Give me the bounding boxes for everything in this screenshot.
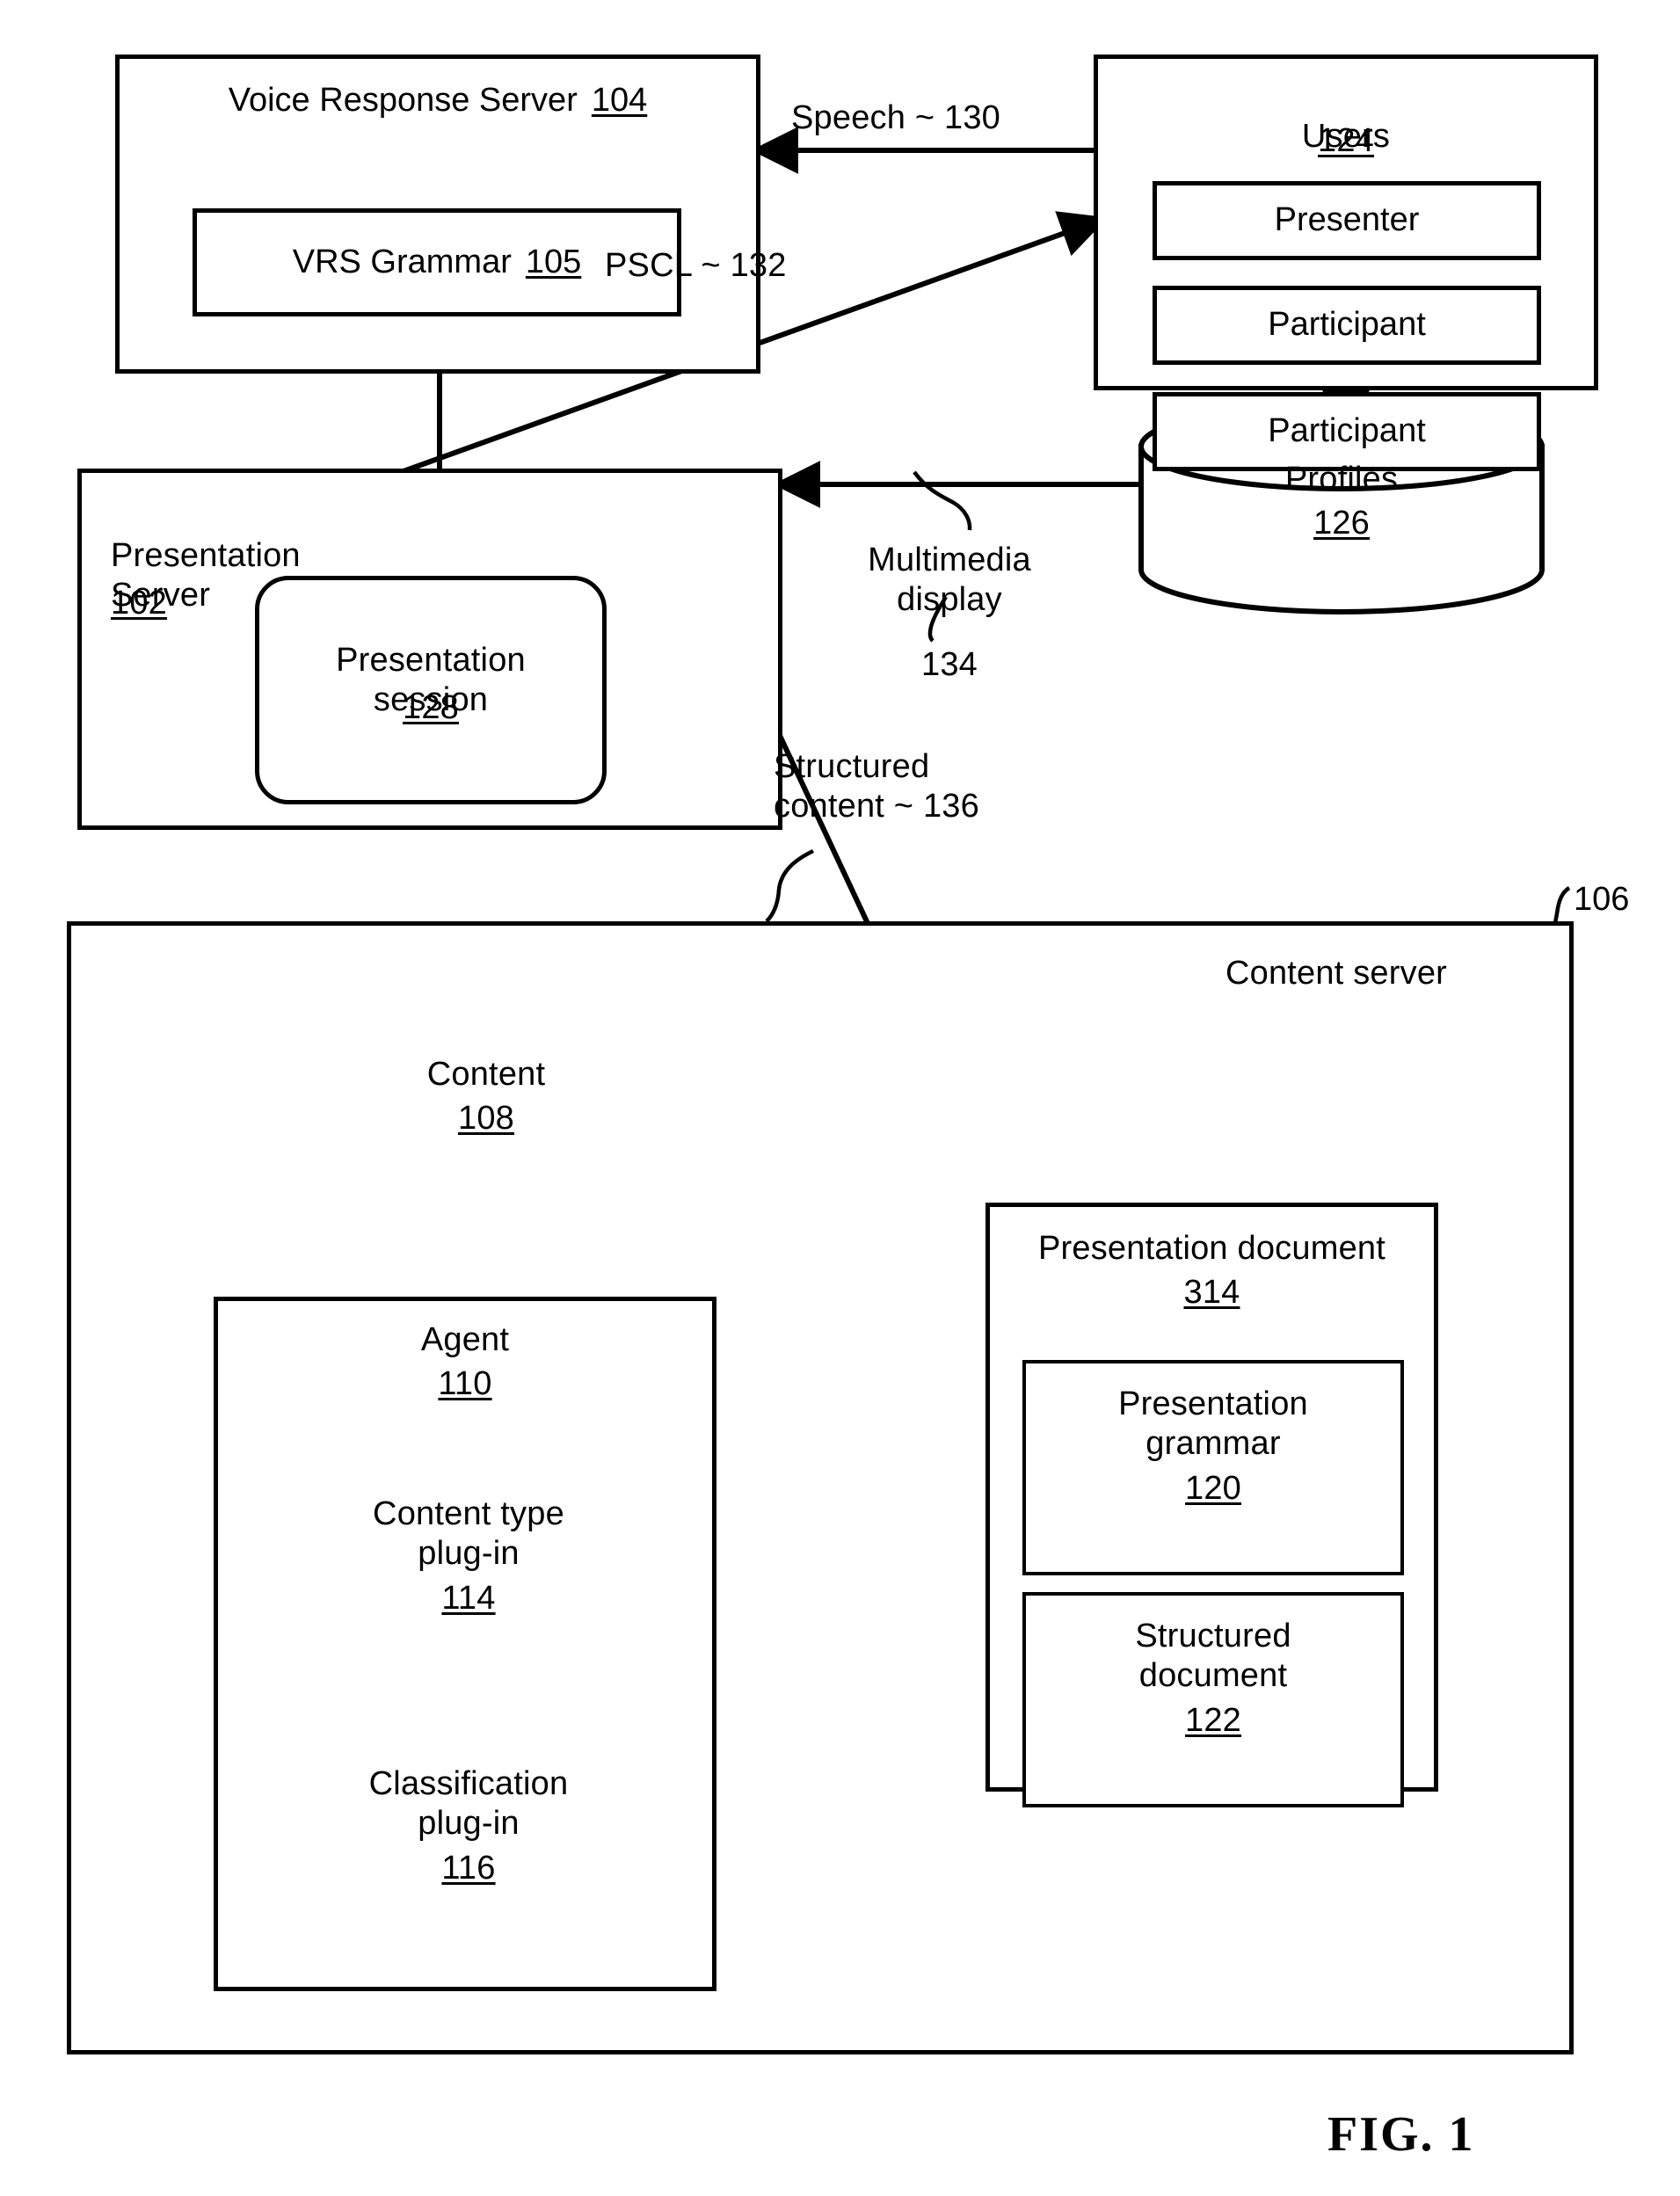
- content-type-plugin-ref: 114: [441, 1580, 496, 1617]
- content-server-label: Content server: [1225, 955, 1448, 992]
- presentation-document-title: Presentation document: [1038, 1230, 1385, 1267]
- presentation-document-ref: 314: [1183, 1274, 1240, 1311]
- presentation-grammar-ref: 120: [1184, 1470, 1241, 1507]
- user-role-participant-1-box[interactable]: [1153, 286, 1541, 365]
- users-ref: 124: [1317, 122, 1374, 159]
- structured-document-title: Structured document: [1135, 1618, 1291, 1694]
- connector-pscl-label: PSCL ~ 132: [605, 247, 787, 284]
- connector-speech-label: Speech ~ 130: [791, 99, 1000, 136]
- connector-multimedia-display-ref: 134: [920, 646, 978, 683]
- profiles-title: Profiles: [1284, 461, 1399, 498]
- agent-ref: 110: [438, 1365, 492, 1402]
- agent-title: Agent: [420, 1321, 510, 1358]
- content-type-plugin-title: Content type plug-in: [373, 1495, 564, 1572]
- patent-figure-1: Voice Response Server 104 VRS Grammar 10…: [0, 0, 1680, 2196]
- profiles-ref: 126: [1313, 505, 1370, 542]
- leader-multimedia-display: [913, 470, 972, 531]
- content-store-ref: 108: [457, 1100, 514, 1137]
- presentation-server-ref: 102: [111, 585, 168, 622]
- connector-multimedia-display-label: Multimedia display: [868, 542, 1031, 618]
- classification-plugin-ref: 116: [441, 1850, 496, 1887]
- structured-document-ref: 122: [1184, 1702, 1241, 1739]
- classification-plugin-title: Classification plug-in: [368, 1765, 569, 1842]
- connector-structured-content-label: Structured content ~ 136: [774, 748, 979, 825]
- presentation-session-ref: 128: [402, 689, 459, 726]
- presentation-grammar-title: Presentation grammar: [1118, 1385, 1308, 1462]
- content-store-title: Content: [426, 1056, 546, 1093]
- figure-caption: FIG. 1: [1327, 2107, 1475, 2162]
- user-role-presenter-box[interactable]: [1153, 181, 1541, 260]
- leader-structured-content: [765, 848, 814, 923]
- content-server-ref: 106: [1574, 881, 1630, 918]
